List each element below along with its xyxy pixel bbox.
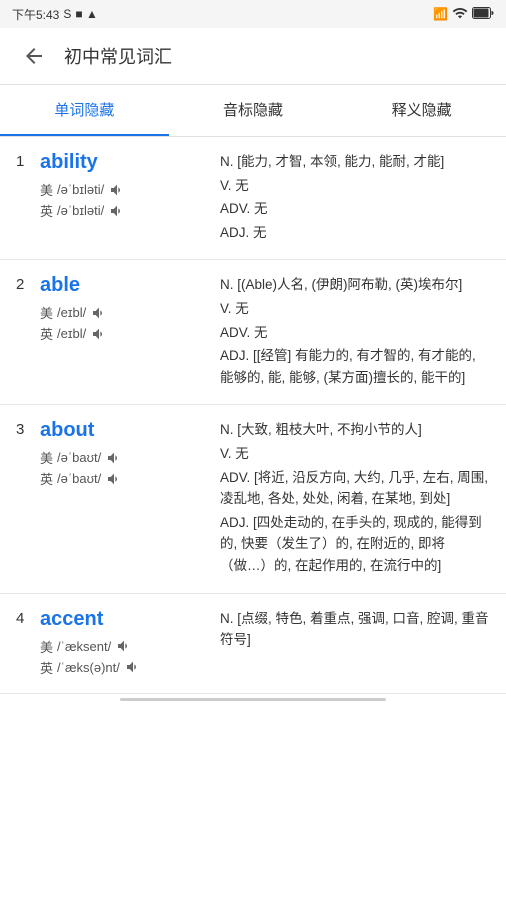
entry-left: able 美/eɪbl/英/eɪbl/ (40, 274, 220, 390)
entry-number: 1 (16, 151, 40, 245)
phonetic-text: /əˈbɪləti/ (57, 182, 104, 197)
definition-row: ADV. 无 (220, 198, 490, 220)
phonetic-row: 英/əˈbaʊt/ (40, 469, 220, 488)
word-entry: 4accent 美/ˈæksent/英/ˈæks(ə)nt/N. [点缀, 特色,… (0, 594, 506, 694)
phonetic-region: 美 (40, 180, 53, 199)
entry-definitions: N. [大致, 粗枝大叶, 不拘小节的人]V. 无ADV. [将近, 沿反方向,… (220, 419, 490, 578)
entry-left: about 美/əˈbaʊt/英/əˈbaʊt/ (40, 419, 220, 578)
entry-definitions: N. [能力, 才智, 本领, 能力, 能耐, 才能]V. 无ADV. 无ADJ… (220, 151, 490, 245)
speaker-icon[interactable] (90, 304, 108, 322)
wifi-icon (452, 5, 468, 24)
definition-row: N. [能力, 才智, 本领, 能力, 能耐, 才能] (220, 151, 490, 173)
definition-row: N. [点缀, 特色, 着重点, 强调, 口音, 腔调, 重音符号] (220, 608, 490, 651)
entry-word: about (40, 419, 220, 442)
status-s-icon: S (63, 7, 71, 21)
phonetic-text: /əˈbaʊt/ (57, 450, 101, 465)
speaker-icon[interactable] (115, 637, 133, 655)
definition-row: ADV. [将近, 沿反方向, 大约, 几乎, 左右, 周围, 凌乱地, 各处,… (220, 467, 490, 510)
phonetic-region: 美 (40, 303, 53, 322)
phonetic-row: 英/əˈbɪləti/ (40, 201, 220, 220)
phonetic-row: 英/ˈæks(ə)nt/ (40, 658, 220, 677)
battery-icon (472, 7, 494, 22)
phonetic-row: 美/əˈbaʊt/ (40, 448, 220, 467)
phonetic-text: /əˈbɪləti/ (57, 203, 104, 218)
tab-phonetic-hide[interactable]: 音标隐藏 (169, 85, 338, 136)
speaker-icon[interactable] (124, 658, 142, 676)
phonetic-text: /ˈæksent/ (57, 639, 111, 654)
speaker-icon[interactable] (90, 325, 108, 343)
phonetic-row: 美/eɪbl/ (40, 303, 220, 322)
entry-left: ability 美/əˈbɪləti/英/əˈbɪləti/ (40, 151, 220, 245)
phonetic-region: 英 (40, 324, 53, 343)
tab-word-hide[interactable]: 单词隐藏 (0, 85, 169, 136)
phonetic-region: 美 (40, 448, 53, 467)
tab-bar: 单词隐藏 音标隐藏 释义隐藏 (0, 85, 506, 137)
entry-definitions: N. [点缀, 特色, 着重点, 强调, 口音, 腔调, 重音符号] (220, 608, 490, 679)
phonetic-text: /əˈbaʊt/ (57, 471, 101, 486)
word-entry: 2able 美/eɪbl/英/eɪbl/N. [(Able)人名, (伊朗)阿布勒… (0, 260, 506, 405)
entry-number: 4 (16, 608, 40, 679)
status-icons: ■ ▲ (75, 7, 97, 21)
definition-row: N. [(Able)人名, (伊朗)阿布勒, (英)埃布尔] (220, 274, 490, 296)
entry-number: 2 (16, 274, 40, 390)
phonetic-region: 美 (40, 637, 53, 656)
tab-meaning-hide[interactable]: 释义隐藏 (337, 85, 506, 136)
speaker-icon[interactable] (105, 470, 123, 488)
definition-row: N. [大致, 粗枝大叶, 不拘小节的人] (220, 419, 490, 441)
phonetic-row: 美/əˈbɪləti/ (40, 180, 220, 199)
word-entry: 3about 美/əˈbaʊt/英/əˈbaʊt/N. [大致, 粗枝大叶, 不拘… (0, 405, 506, 593)
scrollbar[interactable] (120, 698, 386, 701)
word-list: 1ability 美/əˈbɪləti/英/əˈbɪləti/N. [能力, 才智… (0, 137, 506, 694)
word-entry: 1ability 美/əˈbɪləti/英/əˈbɪləti/N. [能力, 才智… (0, 137, 506, 260)
speaker-icon[interactable] (105, 449, 123, 467)
definition-row: V. 无 (220, 298, 490, 320)
phonetic-text: /ˈæks(ə)nt/ (57, 660, 120, 675)
speaker-icon[interactable] (108, 181, 126, 199)
status-bar: 下午5:43 S ■ ▲ 📶 (0, 0, 506, 28)
definition-row: ADJ. 无 (220, 222, 490, 244)
phonetic-text: /eɪbl/ (57, 326, 86, 341)
entry-number: 3 (16, 419, 40, 578)
status-left: 下午5:43 S ■ ▲ (12, 6, 98, 23)
back-button[interactable] (16, 38, 52, 74)
entry-word: ability (40, 151, 220, 174)
signal-icon: 📶 (433, 7, 448, 21)
entry-word: able (40, 274, 220, 297)
definition-row: V. 无 (220, 175, 490, 197)
phonetic-row: 美/ˈæksent/ (40, 637, 220, 656)
definition-row: V. 无 (220, 443, 490, 465)
phonetic-region: 英 (40, 201, 53, 220)
definition-row: ADV. 无 (220, 322, 490, 344)
entry-definitions: N. [(Able)人名, (伊朗)阿布勒, (英)埃布尔]V. 无ADV. 无… (220, 274, 490, 390)
definition-row: ADJ. [[经管] 有能力的, 有才智的, 有才能的, 能够的, 能, 能够,… (220, 345, 490, 388)
phonetic-row: 英/eɪbl/ (40, 324, 220, 343)
status-time: 下午5:43 (12, 6, 59, 23)
phonetic-text: /eɪbl/ (57, 305, 86, 320)
status-right: 📶 (433, 5, 494, 24)
header: 初中常见词汇 (0, 28, 506, 85)
phonetic-region: 英 (40, 658, 53, 677)
header-title: 初中常见词汇 (64, 43, 172, 69)
phonetic-region: 英 (40, 469, 53, 488)
speaker-icon[interactable] (108, 202, 126, 220)
entry-word: accent (40, 608, 220, 631)
definition-row: ADJ. [四处走动的, 在手头的, 现成的, 能得到的, 快要（发生了）的, … (220, 512, 490, 577)
entry-left: accent 美/ˈæksent/英/ˈæks(ə)nt/ (40, 608, 220, 679)
